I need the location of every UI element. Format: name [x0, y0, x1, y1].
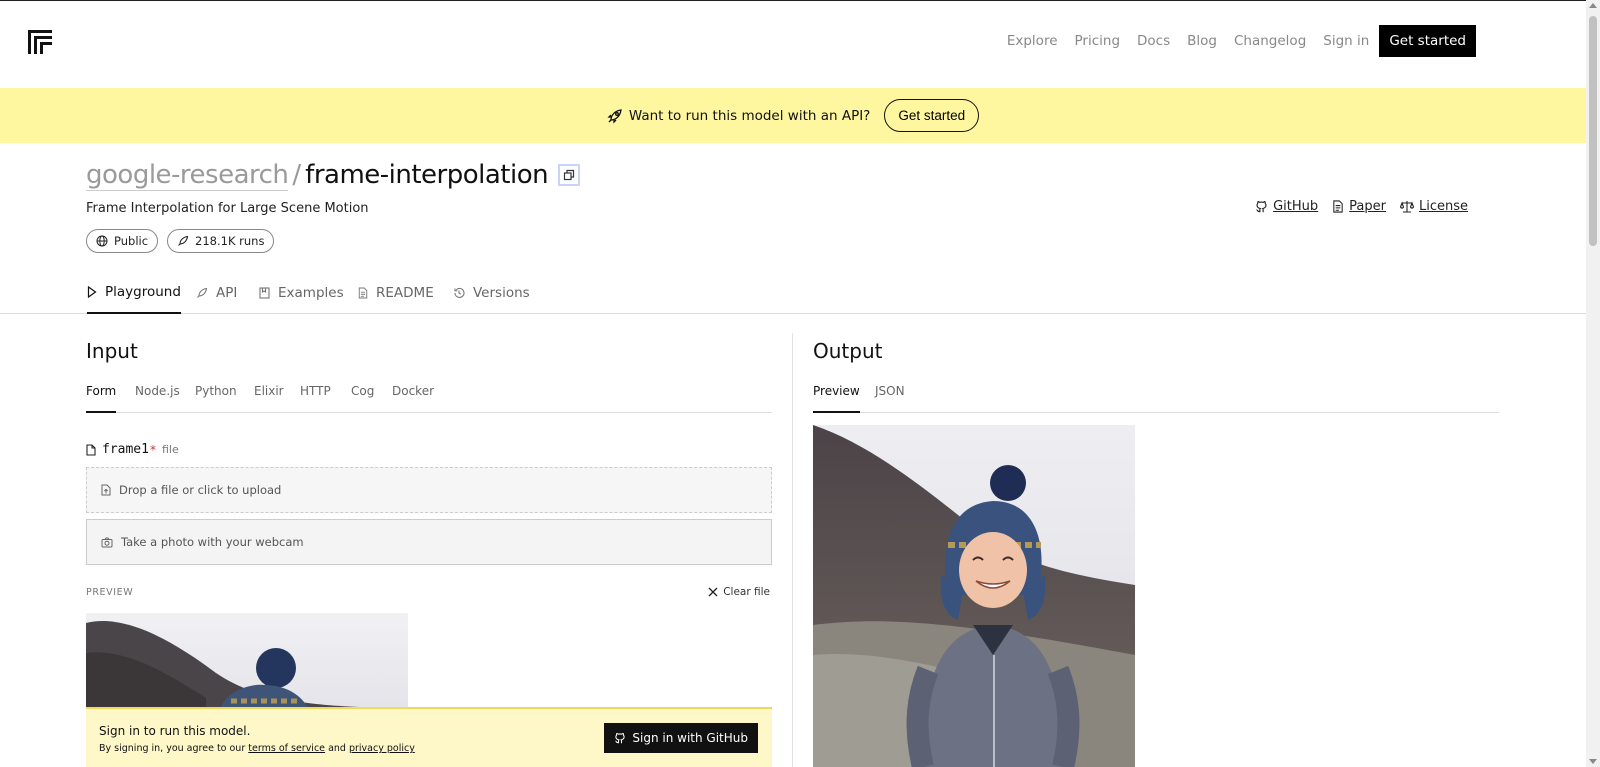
tab-playground-label: Playground	[105, 284, 181, 300]
output-title: Output	[813, 339, 883, 363]
signin-prompt: Sign in to run this model. By signing in…	[86, 707, 772, 767]
nav-explore[interactable]: Explore	[1007, 33, 1058, 49]
banner-message: Want to run this model with an API?	[607, 107, 871, 124]
bookmark-icon	[259, 287, 270, 299]
tab-examples[interactable]: Examples	[259, 280, 344, 314]
preview-label: PREVIEW	[86, 587, 134, 598]
column-divider	[792, 333, 793, 767]
privacy-policy-link[interactable]: privacy policy	[349, 743, 415, 754]
tab-examples-label: Examples	[278, 285, 344, 301]
required-mark: *	[149, 442, 156, 457]
input-tab-cog[interactable]: Cog	[351, 384, 374, 413]
tab-readme-label: README	[376, 285, 434, 301]
title-separator: /	[292, 160, 302, 190]
github-icon	[614, 732, 626, 744]
webcam-text: Take a photo with your webcam	[121, 535, 304, 549]
nav-docs[interactable]: Docs	[1137, 33, 1170, 49]
file-dropzone[interactable]: Drop a file or click to upload	[86, 467, 772, 513]
scale-icon	[1399, 200, 1414, 213]
signin-github-label: Sign in with GitHub	[632, 731, 748, 745]
scrollbar-thumb[interactable]	[1589, 16, 1597, 246]
get-started-button[interactable]: Get started	[1379, 25, 1476, 57]
github-label: GitHub	[1273, 199, 1319, 214]
main-nav: Explore Pricing Docs Blog Changelog Sign…	[990, 25, 1476, 57]
visibility-badge: Public	[86, 229, 159, 253]
webcam-button[interactable]: Take a photo with your webcam	[86, 519, 772, 565]
input-preview-image	[86, 613, 408, 708]
scroll-up-arrow-icon[interactable]	[1589, 3, 1597, 8]
nav-blog[interactable]: Blog	[1187, 33, 1217, 49]
document-icon	[358, 287, 368, 299]
play-icon	[87, 286, 97, 298]
dropzone-text: Drop a file or click to upload	[119, 483, 282, 497]
model-owner-link[interactable]: google-research	[86, 160, 289, 191]
input-tab-elixir[interactable]: Elixir	[254, 384, 284, 413]
nav-changelog[interactable]: Changelog	[1234, 33, 1306, 49]
model-name: frame-interpolation	[305, 160, 549, 190]
tab-api[interactable]: API	[196, 280, 237, 314]
replicate-logo-icon[interactable]	[26, 28, 54, 56]
model-description: Frame Interpolation for Large Scene Moti…	[86, 201, 369, 216]
rocket-icon	[196, 287, 208, 299]
visibility-label: Public	[114, 234, 149, 248]
tab-versions-label: Versions	[473, 285, 530, 301]
license-label: License	[1418, 199, 1468, 214]
file-upload-icon	[101, 484, 111, 496]
input-tab-docker[interactable]: Docker	[392, 384, 434, 413]
output-tabs: Preview JSON	[813, 384, 1499, 413]
copy-icon[interactable]	[558, 164, 581, 186]
api-banner: Want to run this model with an API? Get …	[0, 88, 1586, 143]
page-scrollbar[interactable]	[1586, 0, 1600, 767]
signin-terms: By signing in, you agree to our terms of…	[99, 743, 415, 754]
output-tab-json[interactable]: JSON	[875, 384, 905, 413]
clear-file-label: Clear file	[723, 586, 770, 598]
paper-link[interactable]: Paper	[1332, 199, 1386, 214]
paper-label: Paper	[1349, 199, 1386, 214]
banner-get-started-button[interactable]: Get started	[884, 99, 980, 132]
terms-and: and	[328, 743, 346, 754]
signin-github-button[interactable]: Sign in with GitHub	[604, 723, 758, 753]
runs-count: 218.1K runs	[195, 234, 265, 248]
frame1-label: frame1 * file	[86, 442, 179, 457]
tab-readme[interactable]: README	[358, 280, 434, 314]
runs-badge: 218.1K runs	[167, 229, 275, 253]
nav-sign-in[interactable]: Sign in	[1323, 33, 1369, 49]
globe-icon	[96, 235, 108, 247]
clear-file-button[interactable]: Clear file	[708, 586, 770, 598]
field-name: frame1	[102, 442, 149, 457]
rocket-icon	[177, 235, 189, 247]
rocket-icon	[607, 108, 623, 124]
input-tab-nodejs[interactable]: Node.js	[135, 384, 180, 413]
input-tab-python[interactable]: Python	[195, 384, 237, 413]
github-link[interactable]: GitHub	[1255, 199, 1318, 214]
terms-prefix: By signing in, you agree to our	[99, 743, 246, 754]
history-icon	[453, 287, 465, 299]
github-icon	[1255, 200, 1268, 213]
input-tab-http[interactable]: HTTP	[300, 384, 331, 413]
close-icon	[708, 587, 718, 597]
model-badges: Public 218.1K runs	[86, 229, 275, 253]
model-tabs: Playground API Examples README Versions	[0, 280, 1586, 314]
tab-api-label: API	[216, 285, 238, 301]
output-preview-image	[813, 425, 1135, 767]
scroll-down-arrow-icon[interactable]	[1589, 759, 1597, 764]
license-link[interactable]: License	[1399, 199, 1468, 214]
tab-versions[interactable]: Versions	[453, 280, 530, 314]
signin-title: Sign in to run this model.	[99, 724, 251, 738]
tab-playground[interactable]: Playground	[87, 280, 181, 314]
banner-text: Want to run this model with an API?	[628, 107, 871, 124]
file-icon	[86, 443, 96, 456]
terms-of-service-link[interactable]: terms of service	[248, 743, 325, 754]
input-tabs: Form Node.js Python Elixir HTTP Cog Dock…	[86, 384, 772, 413]
site-header: Explore Pricing Docs Blog Changelog Sign…	[0, 1, 1586, 88]
model-title: google-research / frame-interpolation	[86, 160, 581, 191]
field-type: file	[161, 443, 179, 456]
document-icon	[1332, 200, 1344, 213]
output-tab-preview[interactable]: Preview	[813, 384, 860, 413]
camera-icon	[101, 537, 113, 548]
model-links: GitHub Paper License	[1255, 199, 1468, 214]
nav-pricing[interactable]: Pricing	[1075, 33, 1121, 49]
input-title: Input	[86, 339, 138, 363]
input-tab-form[interactable]: Form	[86, 384, 117, 413]
